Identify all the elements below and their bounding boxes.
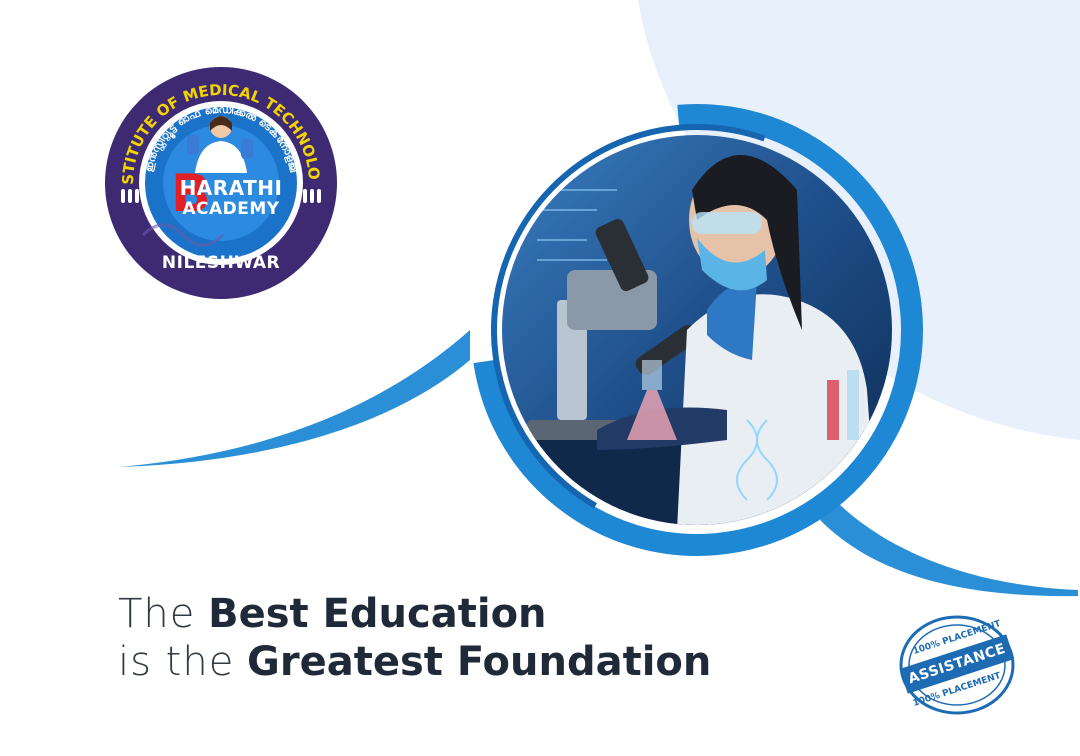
academy-logo: INSTITUTE OF MEDICAL TECHNOLOGY ഇൻസ്റ്റി…: [103, 65, 339, 301]
logo-place-name: NILESHWAR: [161, 253, 281, 273]
headline-line-2: is the Greatest Foundation: [118, 638, 711, 686]
placement-assistance-stamp: 100% PLACEMENT ASSISTANCE 100% PLACEMENT: [897, 613, 1017, 717]
logo-name-line2: ACADEMY: [182, 199, 280, 219]
headline: The Best Education is the Greatest Found…: [118, 590, 711, 686]
headline-line2-bold: Greatest Foundation: [247, 639, 712, 685]
logo-name-line1: HARATHI: [179, 176, 283, 200]
headline-line1-light: The: [118, 591, 196, 637]
left-blue-swoosh: [118, 330, 470, 467]
lab-scientist-photo: [497, 130, 897, 530]
headline-line1-bold: Best Education: [208, 591, 547, 637]
headline-line2-light: is the: [118, 639, 235, 685]
headline-line-1: The Best Education: [118, 590, 711, 638]
